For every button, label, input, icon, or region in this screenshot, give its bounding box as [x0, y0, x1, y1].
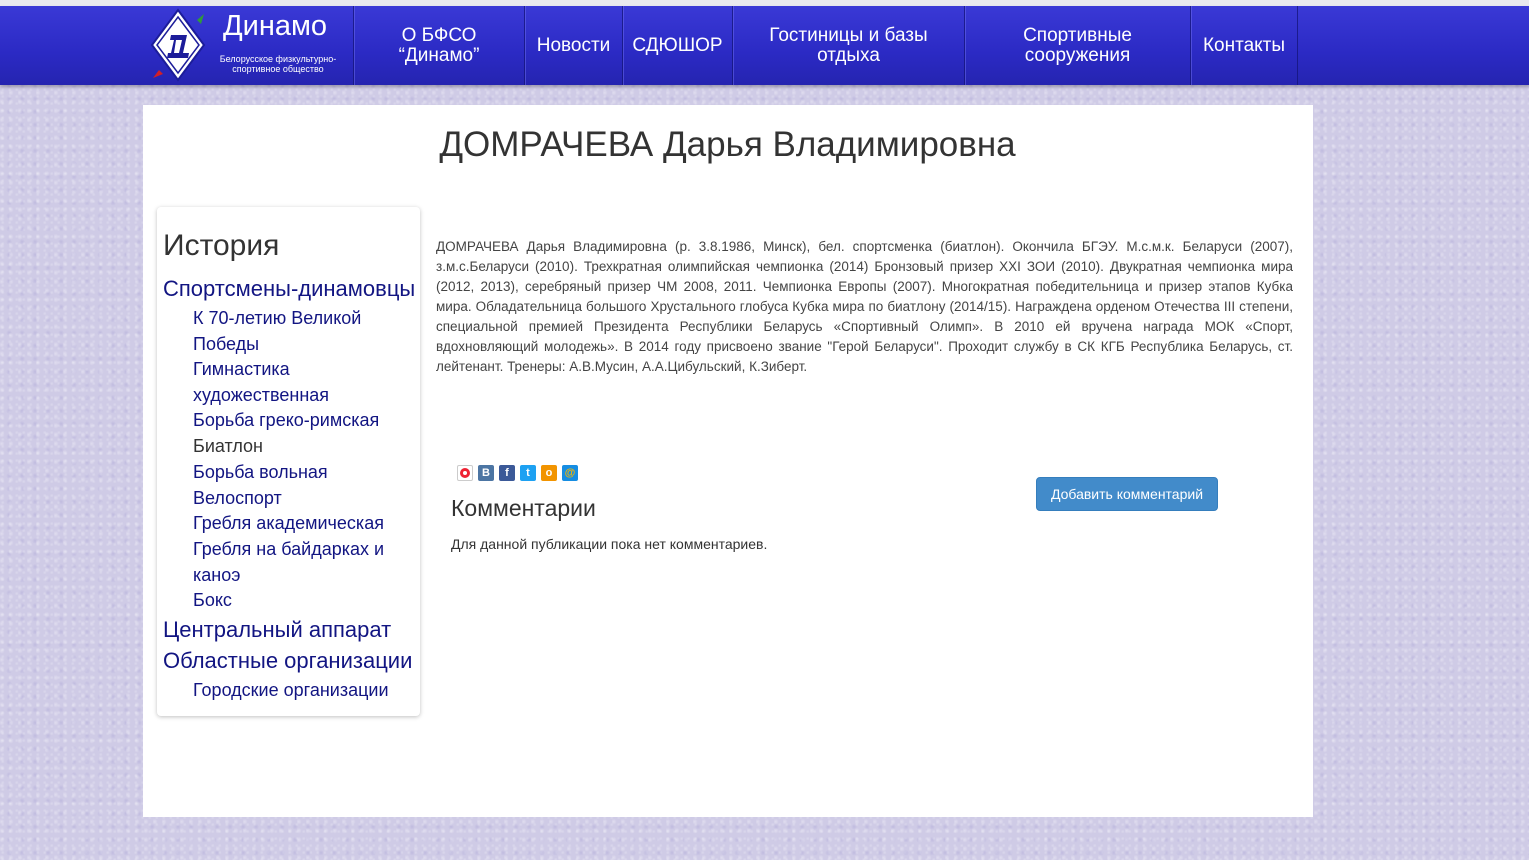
sidebar-item-central-office[interactable]: Центральный аппарат: [163, 617, 391, 643]
sidebar-item-biathlon[interactable]: Биатлон: [193, 433, 263, 459]
nav-news[interactable]: Новости: [524, 6, 622, 85]
sidebar-item-rhythmic-gymnastics[interactable]: Гимнастика художественная: [193, 356, 398, 408]
comments-heading: Комментарии: [451, 495, 596, 521]
nav-sport-school[interactable]: СДЮШОР: [622, 6, 732, 85]
sidebar-item-boxing[interactable]: Бокс: [193, 587, 232, 613]
sidebar-item-greco-roman-wrestling[interactable]: Борьба греко-римская: [193, 407, 379, 433]
sidebar-item-victory-anniversary[interactable]: К 70-летию Великой Победы: [193, 305, 398, 357]
brand-subtitle: Белорусское физкультурно-спортивное обще…: [219, 54, 337, 74]
sidebar-item-freestyle-wrestling[interactable]: Борьба вольная: [193, 459, 328, 485]
nav-hotels[interactable]: Гостиницы и базы отдыха: [732, 6, 964, 85]
sidebar-item-athletes[interactable]: Спортсмены-динамовцы: [163, 276, 415, 302]
sidebar-heading: История: [163, 229, 280, 262]
odnoklassniki-share-icon[interactable]: о: [541, 465, 557, 481]
brand[interactable]: Динамо Белорусское физкультурно-спортивн…: [143, 6, 353, 85]
nav-sport-facilities[interactable]: Спортивные сооружения: [964, 6, 1190, 85]
vkontakte-share-icon[interactable]: В: [478, 465, 494, 481]
mailru-share-icon[interactable]: @: [562, 465, 578, 481]
twitter-share-icon[interactable]: t: [520, 465, 536, 481]
facebook-share-icon[interactable]: f: [499, 465, 515, 481]
sidebar-item-city-organizations[interactable]: Городские организации: [193, 677, 389, 703]
no-comments-text: Для данной публикации пока нет комментар…: [451, 536, 768, 552]
sidebar-item-canoeing[interactable]: Гребля на байдарках и каноэ: [193, 536, 398, 588]
sidebar-item-regional-organizations[interactable]: Областные организации: [163, 648, 412, 674]
article-body: ДОМРАЧЕВА Дарья Владимировна (р. 3.8.198…: [436, 239, 1293, 374]
nav-contacts[interactable]: Контакты: [1190, 6, 1298, 85]
main-navbar: Динамо Белорусское физкультурно-спортивн…: [0, 6, 1529, 85]
dynamo-logo-icon: [150, 8, 206, 82]
sidebar-item-rowing[interactable]: Гребля академическая: [193, 510, 384, 536]
yandex-share-icon[interactable]: [457, 465, 473, 481]
nav-about[interactable]: О БФСО “Динамо”: [353, 6, 524, 85]
add-comment-button[interactable]: Добавить комментарий: [1036, 477, 1218, 511]
sidebar-item-cycling[interactable]: Велоспорт: [193, 485, 282, 511]
page-title: ДОМРАЧЕВА Дарья Владимировна: [439, 125, 1016, 164]
sidebar: История Спортсмены-динамовцы К 70-летию …: [157, 207, 420, 716]
brand-name: Динамо: [223, 10, 328, 42]
